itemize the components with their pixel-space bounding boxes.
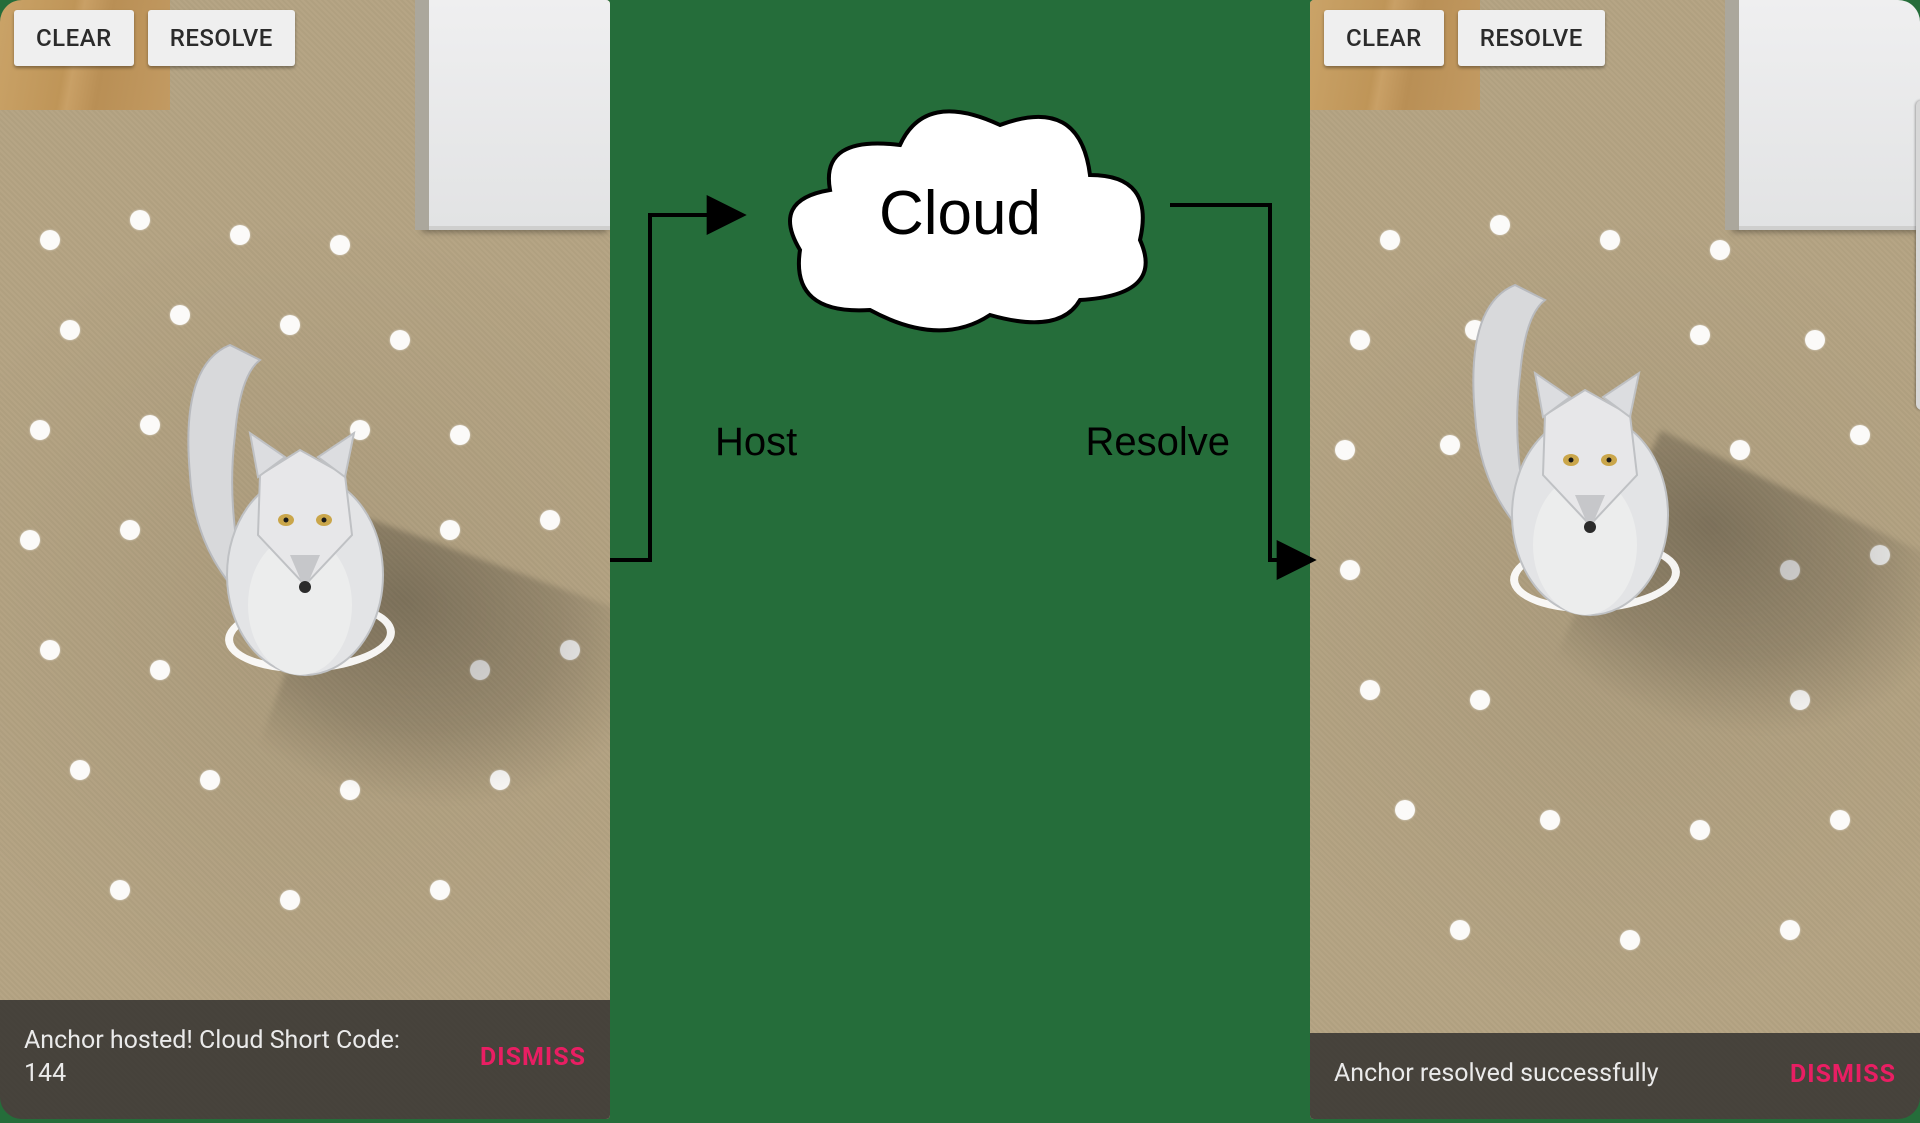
phone-screenshot-right: CLEAR RESOLVE Anchor resolved successful…	[1310, 0, 1920, 1119]
phone-screenshot-left: CLEAR RESOLVE Anchor hosted! Cloud Short…	[0, 0, 610, 1119]
clear-button[interactable]: CLEAR	[1324, 10, 1444, 66]
toolbar: CLEAR RESOLVE	[1324, 10, 1605, 66]
snackbar-message: Anchor resolved successfully	[1334, 1057, 1659, 1091]
snackbar-message: Anchor hosted! Cloud Short Code: 144	[24, 1024, 406, 1092]
cloud-diagram: Cloud Host Resolve	[610, 0, 1310, 1119]
resolve-button[interactable]: RESOLVE	[148, 10, 295, 66]
resolve-arrow-label: Resolve	[1085, 420, 1230, 465]
ar-model-fox	[1425, 245, 1725, 645]
toolbar: CLEAR RESOLVE	[14, 10, 295, 66]
dismiss-button[interactable]: DISMISS	[1790, 1060, 1896, 1089]
snackbar: Anchor resolved successfully DISMISS	[1310, 1033, 1920, 1119]
clear-button[interactable]: CLEAR	[14, 10, 134, 66]
arrows	[610, 0, 1310, 1119]
ar-model-fox	[140, 305, 440, 705]
resolve-button[interactable]: RESOLVE	[1458, 10, 1605, 66]
snackbar: Anchor hosted! Cloud Short Code: 144 DIS…	[0, 1000, 610, 1120]
dismiss-button[interactable]: DISMISS	[480, 1043, 586, 1072]
host-arrow-label: Host	[715, 420, 797, 465]
edge-pull-indicator	[1916, 100, 1920, 410]
